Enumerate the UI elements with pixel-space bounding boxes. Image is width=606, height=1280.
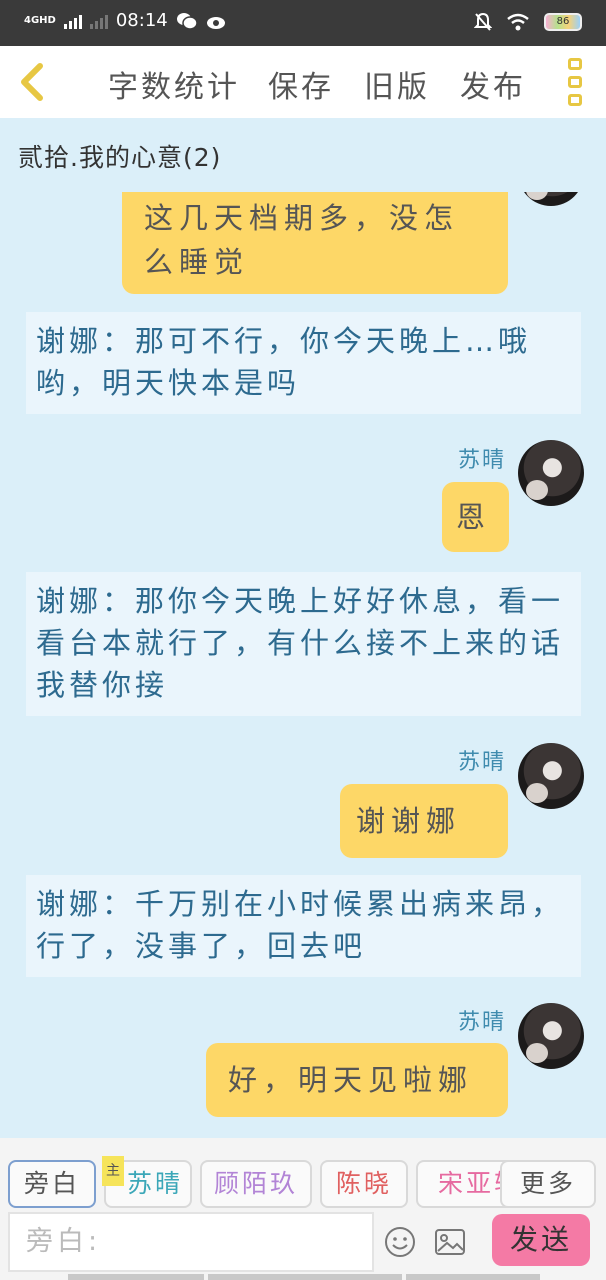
signal-icon [63,13,82,29]
emoji-icon[interactable] [384,1226,416,1258]
role-tab-gumojiu[interactable]: 顾陌玖 [200,1160,312,1208]
network-indicator: 4GHD [24,14,56,26]
main-role-badge: 主 [102,1156,124,1186]
clock: 08:14 [115,10,168,31]
publish-button[interactable]: 发布 [460,62,526,106]
speaker-name: 苏晴 [457,1010,506,1035]
avatar [518,1003,584,1069]
status-bar: 4GHD 08:14 86 [0,0,606,46]
mute-icon [474,12,492,31]
more-menu-icon[interactable] [568,58,584,106]
weibo-icon [206,16,225,29]
narration-message[interactable]: 谢娜：那可不行，你今天晚上…哦哟，明天快本是吗 [26,312,581,414]
chat-area[interactable]: 这几天档期多，没怎么睡觉 谢娜：那可不行，你今天晚上…哦哟，明天快本是吗 苏晴 … [0,192,606,1137]
wifi-icon [507,13,529,31]
message-bubble[interactable]: 恩 [442,482,509,552]
nav-gesture-bar [406,1274,540,1280]
signal-2-icon [89,13,108,29]
message-bubble[interactable]: 好，明天见啦娜姐 [206,1043,508,1117]
message-bubble[interactable]: 谢谢娜姐 [340,784,508,912]
back-icon[interactable] [14,62,50,102]
speaker-name: 苏晴 [457,750,506,775]
avatar [518,743,584,809]
narration-message[interactable]: 谢娜：那你今天晚上好好休息，看一看台本就行了，有什么接不上来的话我替你接 [26,572,581,716]
avatar [518,192,584,206]
input-panel: 旁白 苏晴 主 顾陌玖 陈晓 宋亚轩 更多 旁白: 发送 [0,1138,606,1280]
message-input[interactable]: 旁白: [8,1212,374,1272]
word-count-button[interactable]: 字数统计 [108,62,240,106]
old-version-button[interactable]: 旧版 [364,62,430,106]
send-button[interactable]: 发送 [492,1214,590,1266]
role-tab-chenxiao[interactable]: 陈晓 [320,1160,408,1208]
avatar [518,440,584,506]
save-button[interactable]: 保存 [268,62,334,106]
role-tab-narrator[interactable]: 旁白 [8,1160,96,1208]
nav-gesture-bar [68,1274,204,1280]
more-roles-button[interactable]: 更多 [500,1160,596,1208]
battery-icon: 86 [544,13,582,31]
narration-message[interactable]: 谢娜：千万别在小时候累出病来昂，行了，没事了，回去吧 [26,875,581,977]
nav-gesture-bar [208,1274,402,1280]
chapter-title: 贰拾.我的心意(2) [18,143,222,172]
wechat-icon [176,12,198,30]
speaker-name: 苏晴 [457,448,506,473]
image-icon[interactable] [434,1228,466,1256]
message-bubble[interactable]: 这几天档期多，没怎么睡觉 [122,192,508,294]
editor-header: 字数统计 保存 旧版 发布 [0,46,606,118]
